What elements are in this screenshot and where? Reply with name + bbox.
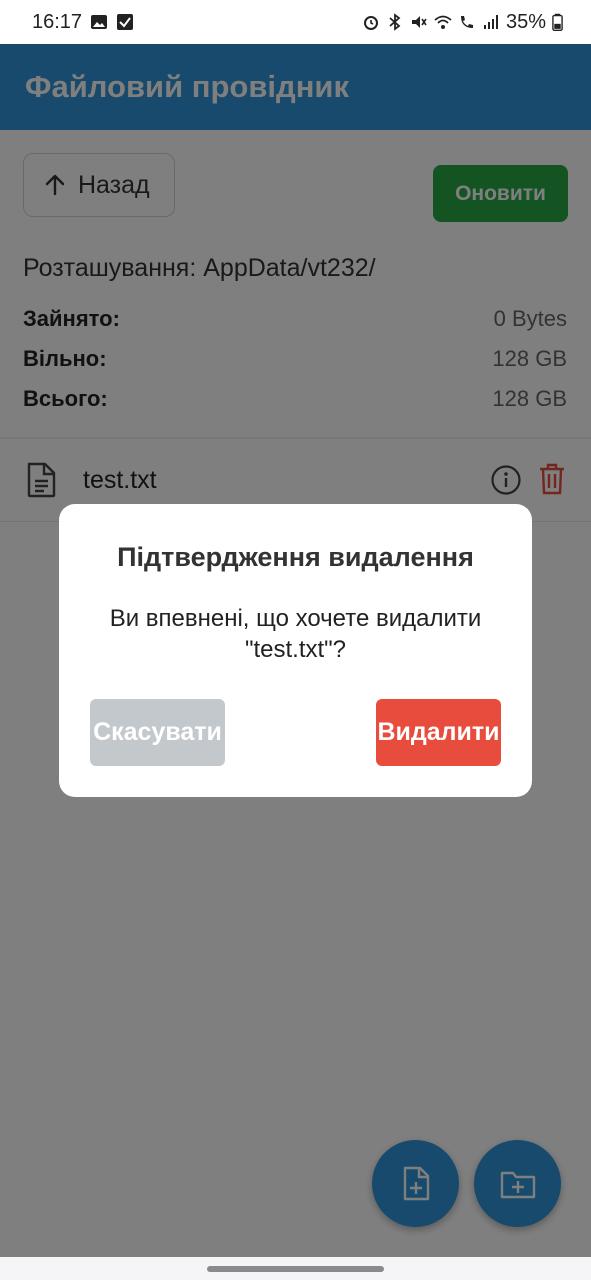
alarm-icon bbox=[363, 16, 378, 30]
wifi-icon bbox=[434, 15, 452, 29]
status-time: 16:17 bbox=[32, 10, 83, 33]
battery-icon bbox=[552, 13, 563, 31]
delete-button-label: Видалити bbox=[377, 718, 500, 746]
mute-icon bbox=[411, 16, 427, 28]
gallery-icon bbox=[91, 15, 108, 29]
delete-button[interactable]: Видалити bbox=[376, 699, 501, 766]
dialog-message: Ви впевнені, що хочете видалити "test.tx… bbox=[109, 605, 482, 663]
cancel-button[interactable]: Скасувати bbox=[90, 699, 225, 766]
delete-confirm-dialog: Підтвердження видалення Ви впевнені, що … bbox=[59, 504, 532, 797]
cancel-button-label: Скасувати bbox=[93, 718, 222, 746]
wifi-call-icon bbox=[460, 16, 473, 28]
signal-icon bbox=[483, 15, 498, 29]
bluetooth-icon bbox=[389, 13, 401, 31]
home-gesture-handle[interactable] bbox=[207, 1266, 384, 1272]
status-bar: 16:17 35% bbox=[0, 0, 591, 44]
battery-percent: 35% bbox=[505, 10, 546, 33]
navigation-bar bbox=[0, 1257, 591, 1280]
dialog-title: Підтвердження видалення bbox=[117, 542, 474, 572]
checkbox-icon bbox=[117, 14, 134, 30]
